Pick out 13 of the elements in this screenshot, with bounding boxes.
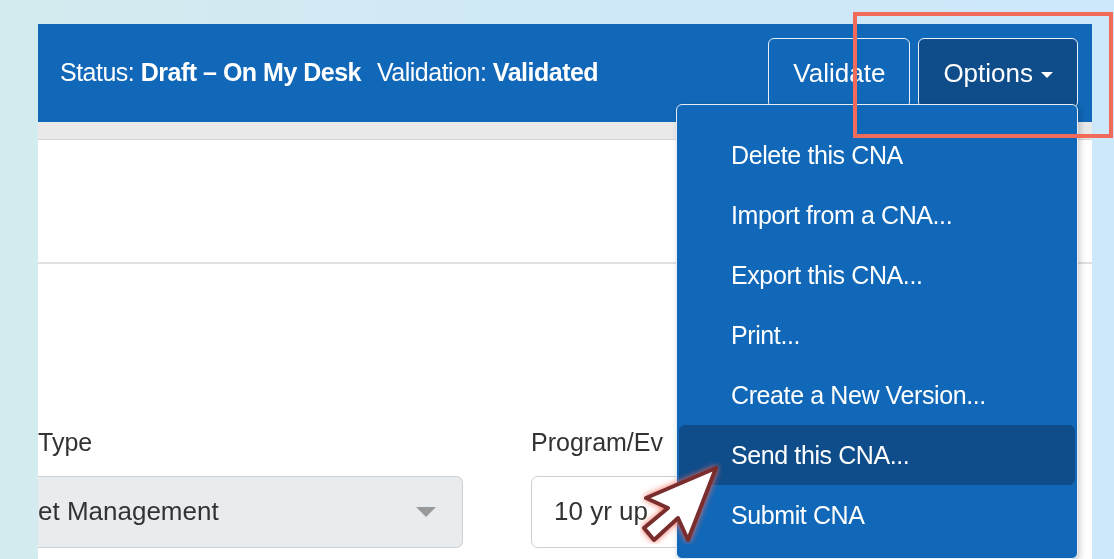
menu-item[interactable]: Export this CNA... bbox=[679, 245, 1075, 305]
options-button[interactable]: Options bbox=[918, 38, 1078, 108]
field-label: Type bbox=[38, 427, 94, 458]
menu-item[interactable]: Delete this CNA bbox=[679, 125, 1075, 185]
status-text: Status: Draft – On My Desk bbox=[60, 57, 361, 89]
field-label: Program/Ev bbox=[531, 427, 664, 458]
menu-item[interactable]: Print... bbox=[679, 305, 1075, 365]
menu-item[interactable]: Import from a CNA... bbox=[679, 185, 1075, 245]
menu-item[interactable]: Create a New Version... bbox=[679, 365, 1075, 425]
caret-icon bbox=[416, 506, 436, 517]
validation-text: Validation: Validated bbox=[377, 57, 599, 89]
caret-icon bbox=[1041, 71, 1053, 78]
menu-item[interactable]: Send this CNA... bbox=[679, 425, 1075, 485]
